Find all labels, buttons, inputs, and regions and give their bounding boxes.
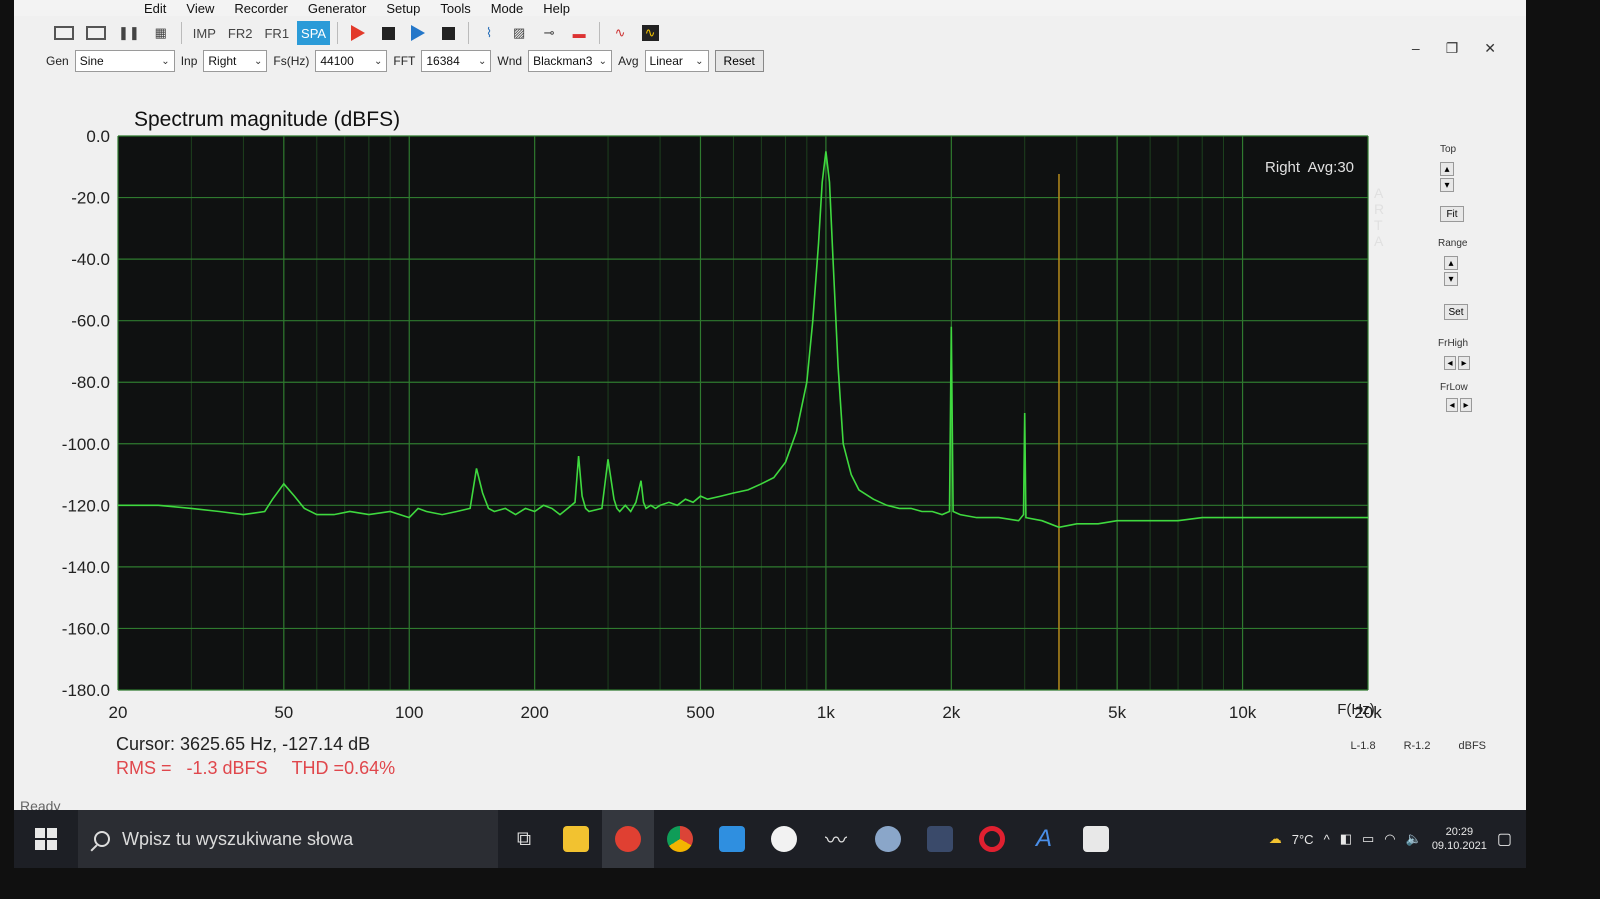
x-axis-label: F(Hz) — [1337, 701, 1375, 718]
chrome-icon — [667, 826, 693, 852]
start-button[interactable] — [14, 810, 78, 868]
right-level: R-1.2 — [1403, 740, 1431, 752]
arta-icon: A — [1035, 825, 1052, 852]
arta-letter: A — [1374, 233, 1384, 249]
ccleaner-button[interactable] — [602, 810, 654, 868]
top-label: Top — [1440, 144, 1457, 155]
wifi-icon[interactable]: ◠ — [1384, 831, 1395, 847]
range-down-button[interactable]: ▾ — [1444, 272, 1458, 286]
frhigh-right-button[interactable]: ▸ — [1458, 356, 1470, 370]
channel-average-info: Right Avg:30 — [1265, 159, 1354, 176]
notepad-icon — [1083, 826, 1109, 852]
weather-icon[interactable]: ☁ — [1269, 831, 1282, 847]
y-tick-label: -80.0 — [71, 373, 110, 392]
y-tick-label: -40.0 — [71, 250, 110, 269]
plot-background[interactable] — [118, 136, 1368, 690]
level-unit: dBFS — [1458, 740, 1486, 752]
clock-date: 09.10.2021 — [1431, 840, 1487, 852]
x-tick-label: 200 — [520, 703, 548, 722]
y-tick-label: -120.0 — [62, 496, 110, 515]
arta-letter: A — [1374, 185, 1384, 201]
top-down-button[interactable]: ▾ — [1440, 178, 1454, 192]
search-input[interactable] — [122, 828, 462, 850]
windows-taskbar: ⧉ 〰 A ☁ 7°C ^ ◧ ▭ ◠ 🔈 20:29 09.10.2021 ▢ — [14, 810, 1526, 868]
range-label: Range — [1438, 238, 1468, 249]
rms-thd-readout: RMS = -1.3 dBFS THD =0.64% — [116, 758, 395, 779]
frlow-right-button[interactable]: ▸ — [1460, 398, 1472, 412]
set-button[interactable]: Set — [1444, 304, 1468, 320]
network-icon[interactable]: ◧ — [1340, 831, 1352, 847]
y-tick-label: -180.0 — [62, 681, 110, 700]
x-tick-label: 10k — [1229, 703, 1257, 722]
weather-temp[interactable]: 7°C — [1292, 832, 1314, 847]
volume-icon[interactable]: 🔈 — [1406, 831, 1422, 847]
y-tick-label: -20.0 — [71, 189, 110, 208]
left-level: L-1.8 — [1350, 740, 1376, 752]
battery-icon[interactable]: ▭ — [1362, 831, 1374, 847]
task-view-button[interactable]: ⧉ — [498, 810, 550, 868]
top-up-button[interactable]: ▴ — [1440, 162, 1454, 176]
frhigh-left-button[interactable]: ◂ — [1444, 356, 1456, 370]
range-up-button[interactable]: ▴ — [1444, 256, 1458, 270]
system-tray: ☁ 7°C ^ ◧ ▭ ◠ 🔈 20:29 09.10.2021 ▢ — [1269, 825, 1526, 853]
x-tick-label: 500 — [686, 703, 714, 722]
grid-icon — [927, 826, 953, 852]
opera-button[interactable] — [966, 810, 1018, 868]
opera-icon — [979, 826, 1005, 852]
folder-icon — [563, 826, 589, 852]
arta-letter: T — [1374, 217, 1383, 233]
x-tick-label: 1k — [817, 703, 835, 722]
cursor-readout: Cursor: 3625.65 Hz, -127.14 dB — [116, 734, 371, 754]
music-icon — [771, 826, 797, 852]
rms-value: RMS = -1.3 dBFS — [116, 758, 268, 778]
x-tick-label: 2k — [942, 703, 960, 722]
taskbar-search[interactable] — [78, 810, 498, 868]
chrome-button[interactable] — [654, 810, 706, 868]
mail-button[interactable] — [706, 810, 758, 868]
scale-control-panel: Top ▴ ▾ Fit Range ▴ ▾ Set FrHigh ◂ ▸ FrL… — [1426, 140, 1486, 740]
waveform-icon: 〰 — [824, 828, 847, 853]
arta-window: Edit View Recorder Generator Setup Tools… — [14, 0, 1526, 868]
itunes-button[interactable] — [758, 810, 810, 868]
windows-logo-icon — [35, 828, 57, 850]
frlow-label: FrLow — [1440, 382, 1468, 393]
level-status: L-1.8 R-1.2 dBFS — [1351, 740, 1487, 752]
arta-button[interactable]: A — [1018, 810, 1070, 868]
clock[interactable]: 20:29 09.10.2021 — [1432, 825, 1487, 853]
speaker-app-button[interactable] — [862, 810, 914, 868]
frlow-left-button[interactable]: ◂ — [1446, 398, 1458, 412]
clock-time: 20:29 — [1445, 826, 1474, 838]
file-explorer-button[interactable] — [550, 810, 602, 868]
y-tick-label: -160.0 — [62, 619, 110, 638]
thd-value: THD =0.64% — [291, 758, 396, 778]
frhigh-label: FrHigh — [1438, 338, 1469, 349]
chevron-up-icon[interactable]: ^ — [1324, 832, 1330, 847]
ccleaner-icon — [615, 826, 641, 852]
arta-watermark: ARTA — [1374, 185, 1384, 249]
y-tick-label: 0.0 — [86, 127, 110, 146]
x-tick-label: 100 — [395, 703, 423, 722]
x-tick-label: 5k — [1108, 703, 1126, 722]
search-icon — [94, 831, 110, 847]
arta-letter: R — [1374, 201, 1384, 217]
y-tick-label: -140.0 — [62, 558, 110, 577]
fit-button[interactable]: Fit — [1440, 206, 1464, 222]
notifications-icon[interactable]: ▢ — [1497, 829, 1512, 849]
x-tick-label: 50 — [274, 703, 293, 722]
y-tick-label: -100.0 — [62, 435, 110, 454]
x-tick-label: 20 — [109, 703, 128, 722]
speaker-icon — [875, 826, 901, 852]
notepad-button[interactable] — [1070, 810, 1122, 868]
mail-icon — [719, 826, 745, 852]
task-view-icon: ⧉ — [516, 827, 532, 850]
audio-analyzer-button[interactable]: 〰 — [810, 810, 862, 868]
calculator-button[interactable] — [914, 810, 966, 868]
y-tick-label: -60.0 — [71, 312, 110, 331]
